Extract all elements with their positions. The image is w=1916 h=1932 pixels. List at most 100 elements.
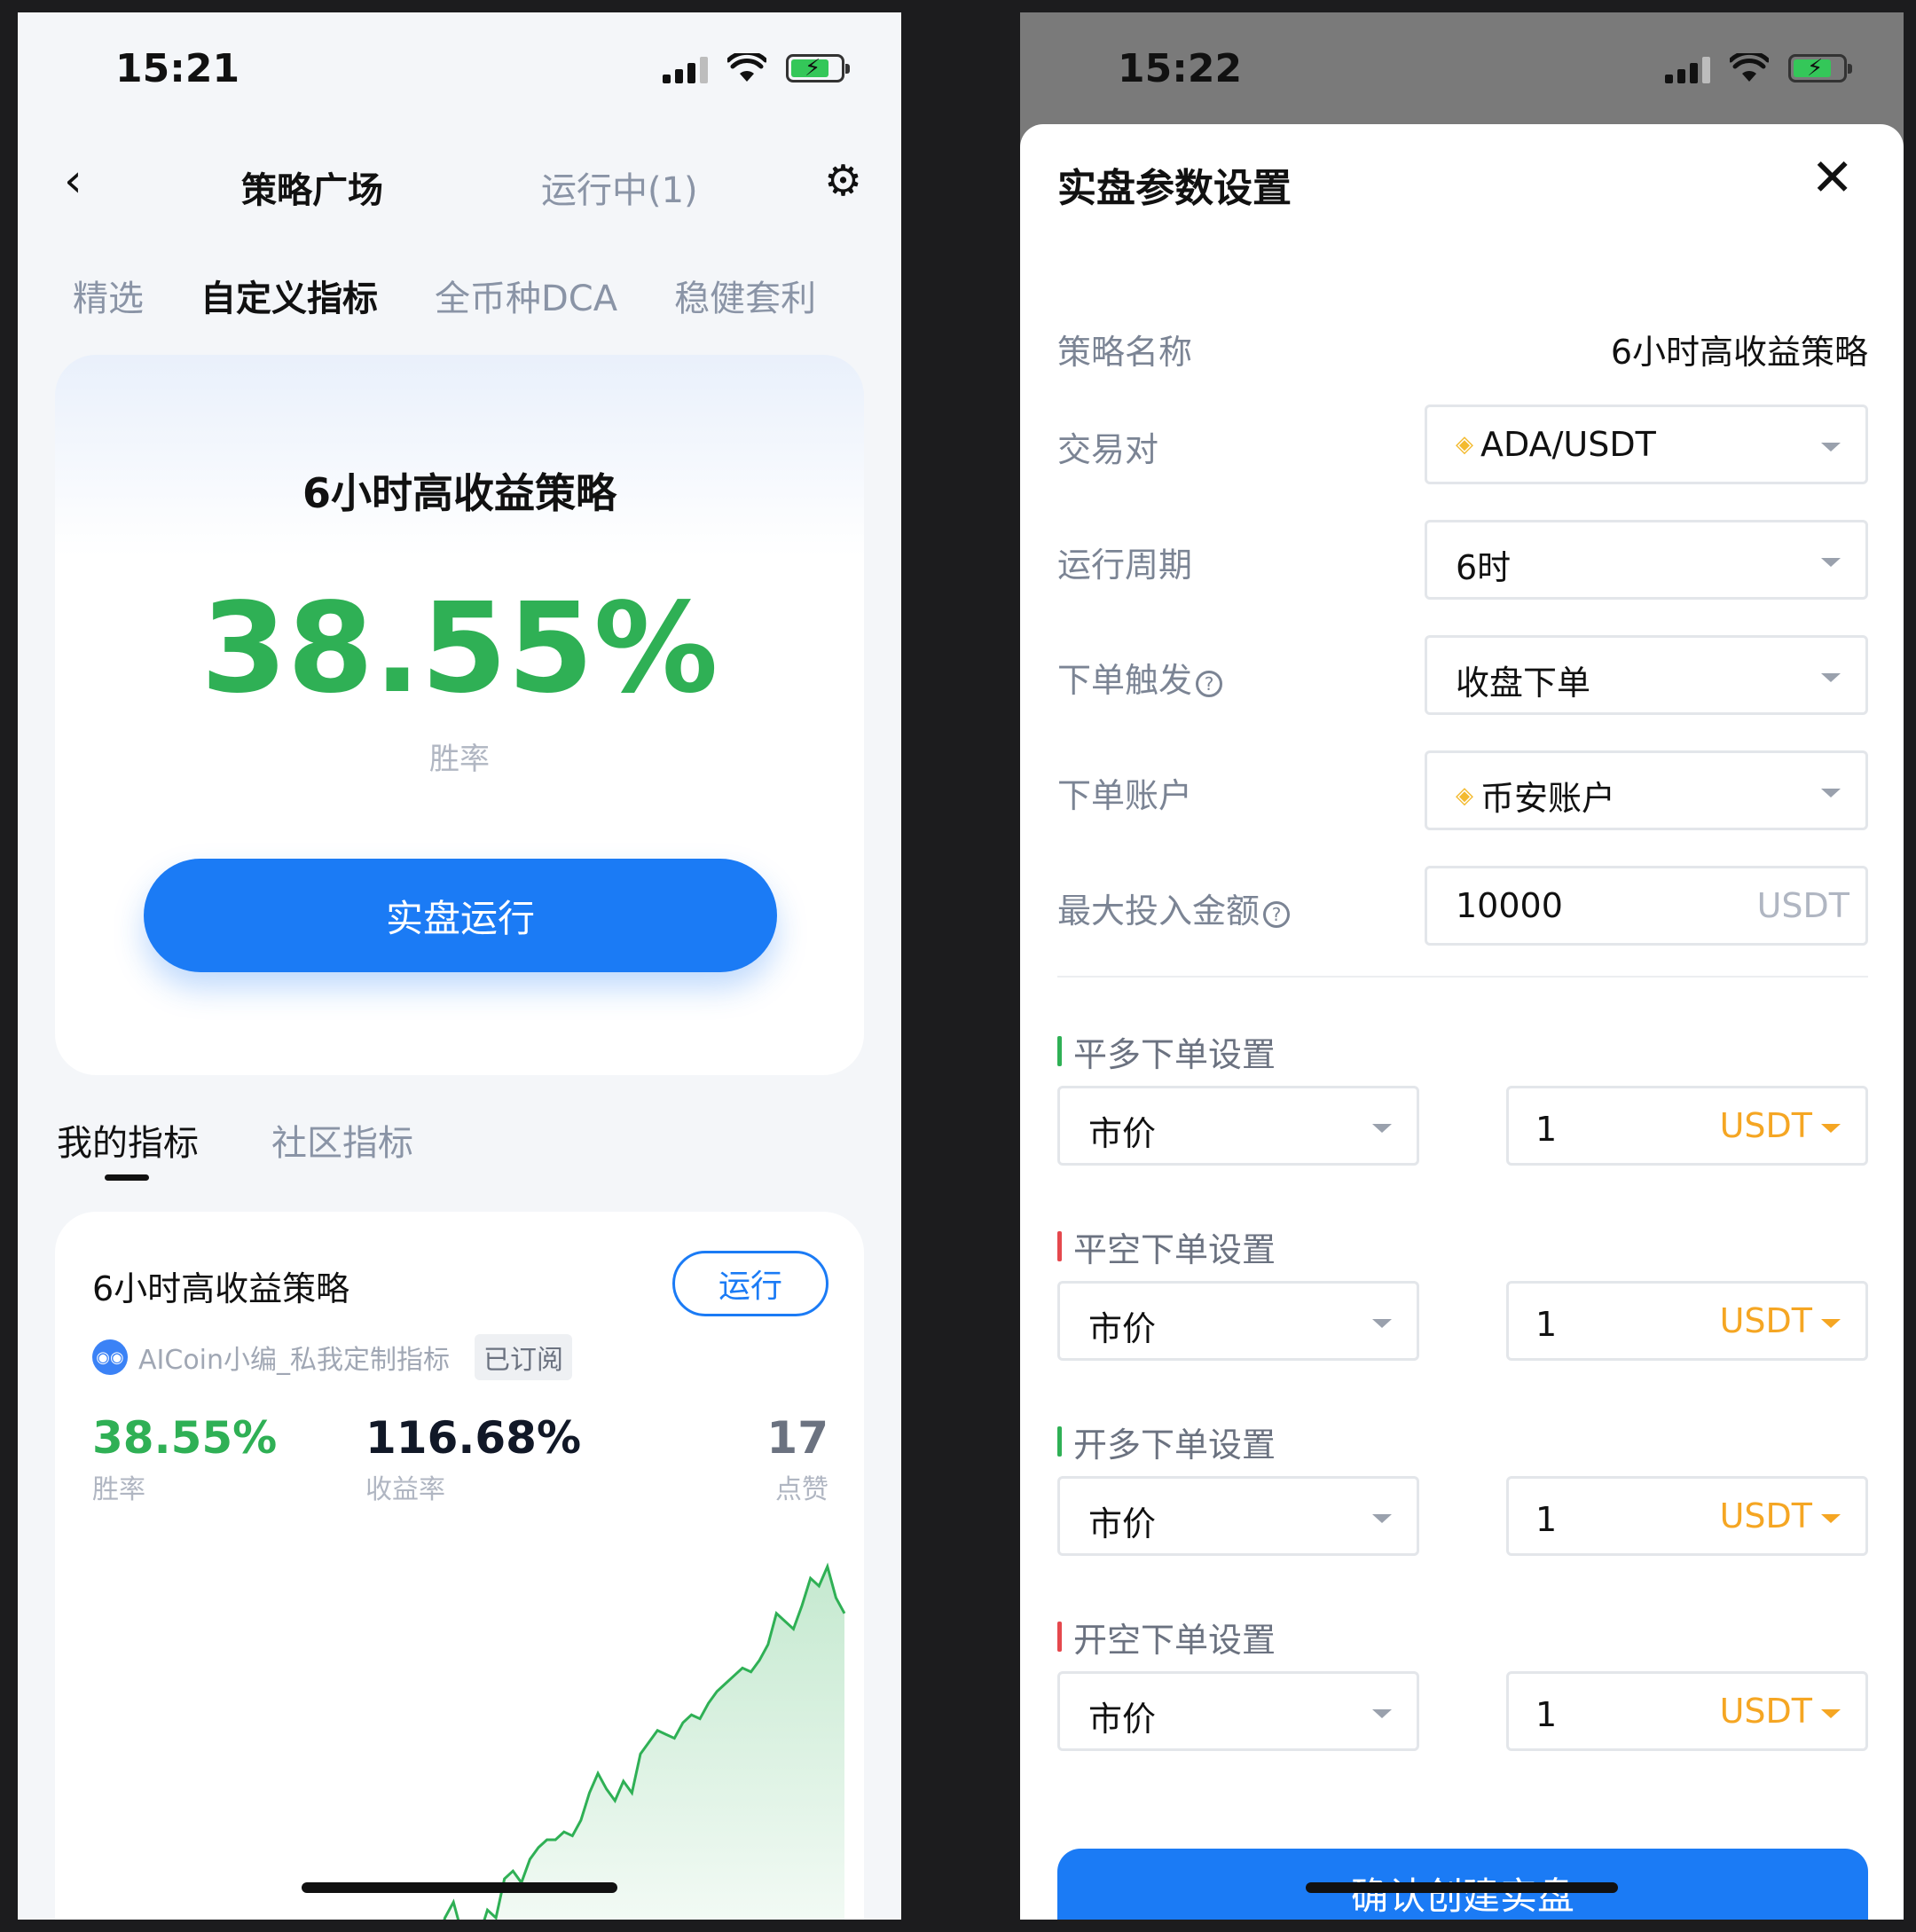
order-account-select[interactable]: ◈ 币安账户	[1425, 750, 1868, 830]
field-run-period: 运行周期 6时	[1057, 520, 1868, 600]
order-type-value: 市价	[1088, 1700, 1157, 1739]
order-account-value: 币安账户	[1480, 779, 1616, 818]
status-time: 15:21	[115, 46, 240, 91]
order-unit-select[interactable]: USDT	[1720, 1106, 1812, 1145]
order-type-value: 市价	[1088, 1114, 1157, 1153]
indicator-tabs: 我的指标 社区指标	[57, 1114, 413, 1181]
order-type-value: 市价	[1088, 1309, 1157, 1348]
stat-label: 点赞	[775, 1474, 828, 1505]
order-unit-select[interactable]: USDT	[1720, 1301, 1812, 1340]
signal-icon	[663, 53, 708, 83]
divider	[1057, 976, 1868, 978]
chevron-down-icon	[1372, 1319, 1392, 1328]
stat-win-rate: 38.55% 胜率	[92, 1412, 277, 1506]
order-type-select[interactable]: 市价	[1057, 1281, 1419, 1361]
strategy-title: 6小时高收益策略	[92, 1269, 350, 1308]
chevron-down-icon	[1821, 1514, 1841, 1523]
order-settings-open-long: 开多下单设置 市价 1 USDT	[1057, 1418, 1868, 1613]
order-amount-input[interactable]: 1 USDT	[1506, 1476, 1868, 1556]
back-icon[interactable]: ‹	[64, 154, 82, 208]
chevron-down-icon	[1821, 1709, 1841, 1718]
order-unit-select[interactable]: USDT	[1720, 1496, 1812, 1535]
battery-icon: ⚡	[786, 54, 850, 82]
binance-icon: ◈	[1456, 431, 1473, 458]
max-amount-unit: USDT	[1756, 886, 1849, 925]
hero-win-rate-label: 胜率	[429, 742, 490, 777]
help-icon[interactable]: ?	[1196, 671, 1223, 697]
field-label: 下单账户	[1057, 776, 1193, 815]
avatar: ◉◉	[92, 1339, 128, 1375]
binance-icon: ◈	[1456, 781, 1473, 809]
order-type-select[interactable]: 市价	[1057, 1086, 1419, 1166]
category-tabs: 精选 自定义指标 全币种DCA 稳健套利	[73, 270, 816, 321]
order-unit-select[interactable]: USDT	[1720, 1692, 1812, 1731]
trigger-label-text: 下单触发	[1057, 661, 1193, 700]
order-section-title: 开多下单设置	[1057, 1418, 1276, 1466]
status-time: 15:22	[1118, 46, 1243, 91]
order-type-select[interactable]: 市价	[1057, 1671, 1419, 1751]
strategy-list-card[interactable]: 6小时高收益策略 运行 ◉◉ AICoin小编_私我定制指标 已订阅 38.55…	[55, 1212, 864, 1920]
order-section-title: 开空下单设置	[1057, 1613, 1276, 1661]
field-label: 最大投入金额?	[1057, 884, 1291, 932]
close-icon[interactable]: ✕	[1810, 147, 1854, 208]
max-amount-label-text: 最大投入金额	[1057, 891, 1260, 931]
gear-icon[interactable]: ⚙	[824, 156, 862, 206]
order-settings-close-long: 平多下单设置 市价 1 USDT	[1057, 1027, 1868, 1222]
order-trigger-value: 收盘下单	[1456, 664, 1591, 703]
tab-community-indicators[interactable]: 社区指标	[271, 1114, 413, 1166]
tab-dca[interactable]: 全币种DCA	[435, 270, 617, 321]
nav-bar: ‹ 策略广场 运行中(1) ⚙	[18, 145, 901, 225]
home-indicator	[302, 1882, 617, 1893]
run-period-value: 6时	[1456, 548, 1512, 587]
order-settings-close-short: 平空下单设置 市价 1 USDT	[1057, 1222, 1868, 1418]
order-amount-input[interactable]: 1 USDT	[1506, 1671, 1868, 1751]
run-period-select[interactable]: 6时	[1425, 520, 1868, 600]
order-amount-input[interactable]: 1 USDT	[1506, 1281, 1868, 1361]
order-settings-open-short: 开空下单设置 市价 1 USDT	[1057, 1613, 1868, 1808]
order-amount-value: 1	[1535, 1110, 1558, 1149]
field-trading-pair: 交易对 ◈ ADA/USDT	[1057, 404, 1868, 484]
wifi-icon	[727, 53, 766, 82]
order-amount-value: 1	[1535, 1500, 1558, 1539]
chevron-down-icon	[1821, 443, 1841, 452]
subscribed-badge: 已订阅	[475, 1334, 573, 1380]
tab-featured[interactable]: 精选	[73, 270, 144, 321]
order-amount-value: 1	[1535, 1695, 1558, 1734]
tab-my-indicators[interactable]: 我的指标	[57, 1114, 199, 1181]
run-button[interactable]: 运行	[672, 1251, 828, 1316]
order-section-title: 平多下单设置	[1057, 1027, 1276, 1076]
field-order-account: 下单账户 ◈ 币安账户	[1057, 750, 1868, 830]
stat-value: 116.68%	[365, 1412, 582, 1464]
trading-pair-select[interactable]: ◈ ADA/USDT	[1425, 404, 1868, 484]
field-max-amount: 最大投入金额? 10000 USDT	[1057, 866, 1868, 946]
chevron-down-icon	[1372, 1709, 1392, 1718]
strategy-name-value: 6小时高收益策略	[1610, 333, 1868, 372]
sheet-title: 实盘参数设置	[1057, 166, 1292, 211]
field-strategy-name: 策略名称 6小时高收益策略	[1057, 307, 1868, 387]
author-name[interactable]: AICoin小编_私我定制指标	[138, 1338, 450, 1377]
chevron-down-icon	[1821, 789, 1841, 797]
stat-value: 38.55%	[92, 1412, 278, 1464]
field-order-trigger: 下单触发? 收盘下单	[1057, 635, 1868, 715]
tab-custom-indicators[interactable]: 自定义指标	[200, 270, 378, 321]
live-run-button[interactable]: 实盘运行	[144, 859, 777, 972]
order-amount-value: 1	[1535, 1305, 1558, 1344]
order-type-select[interactable]: 市价	[1057, 1476, 1419, 1556]
hero-strategy-card: 6小时高收益策略 38.55% 胜率 实盘运行	[55, 355, 864, 1075]
chevron-down-icon	[1821, 1319, 1841, 1328]
nav-running-tab[interactable]: 运行中(1)	[541, 161, 698, 213]
nav-title[interactable]: 策略广场	[241, 161, 383, 213]
stat-value: 17	[766, 1412, 828, 1464]
max-amount-value: 10000	[1456, 886, 1563, 925]
order-trigger-select[interactable]: 收盘下单	[1425, 635, 1868, 715]
tab-arbitrage[interactable]: 稳健套利	[674, 270, 816, 321]
author-row: ◉◉ AICoin小编_私我定制指标 已订阅	[92, 1334, 573, 1380]
max-amount-input[interactable]: 10000 USDT	[1425, 866, 1868, 946]
chevron-down-icon	[1821, 673, 1841, 682]
signal-icon	[1665, 53, 1710, 83]
field-label: 策略名称	[1057, 333, 1193, 372]
battery-icon: ⚡	[1788, 54, 1852, 82]
home-indicator	[1306, 1882, 1618, 1893]
order-amount-input[interactable]: 1 USDT	[1506, 1086, 1868, 1166]
help-icon[interactable]: ?	[1263, 901, 1291, 928]
